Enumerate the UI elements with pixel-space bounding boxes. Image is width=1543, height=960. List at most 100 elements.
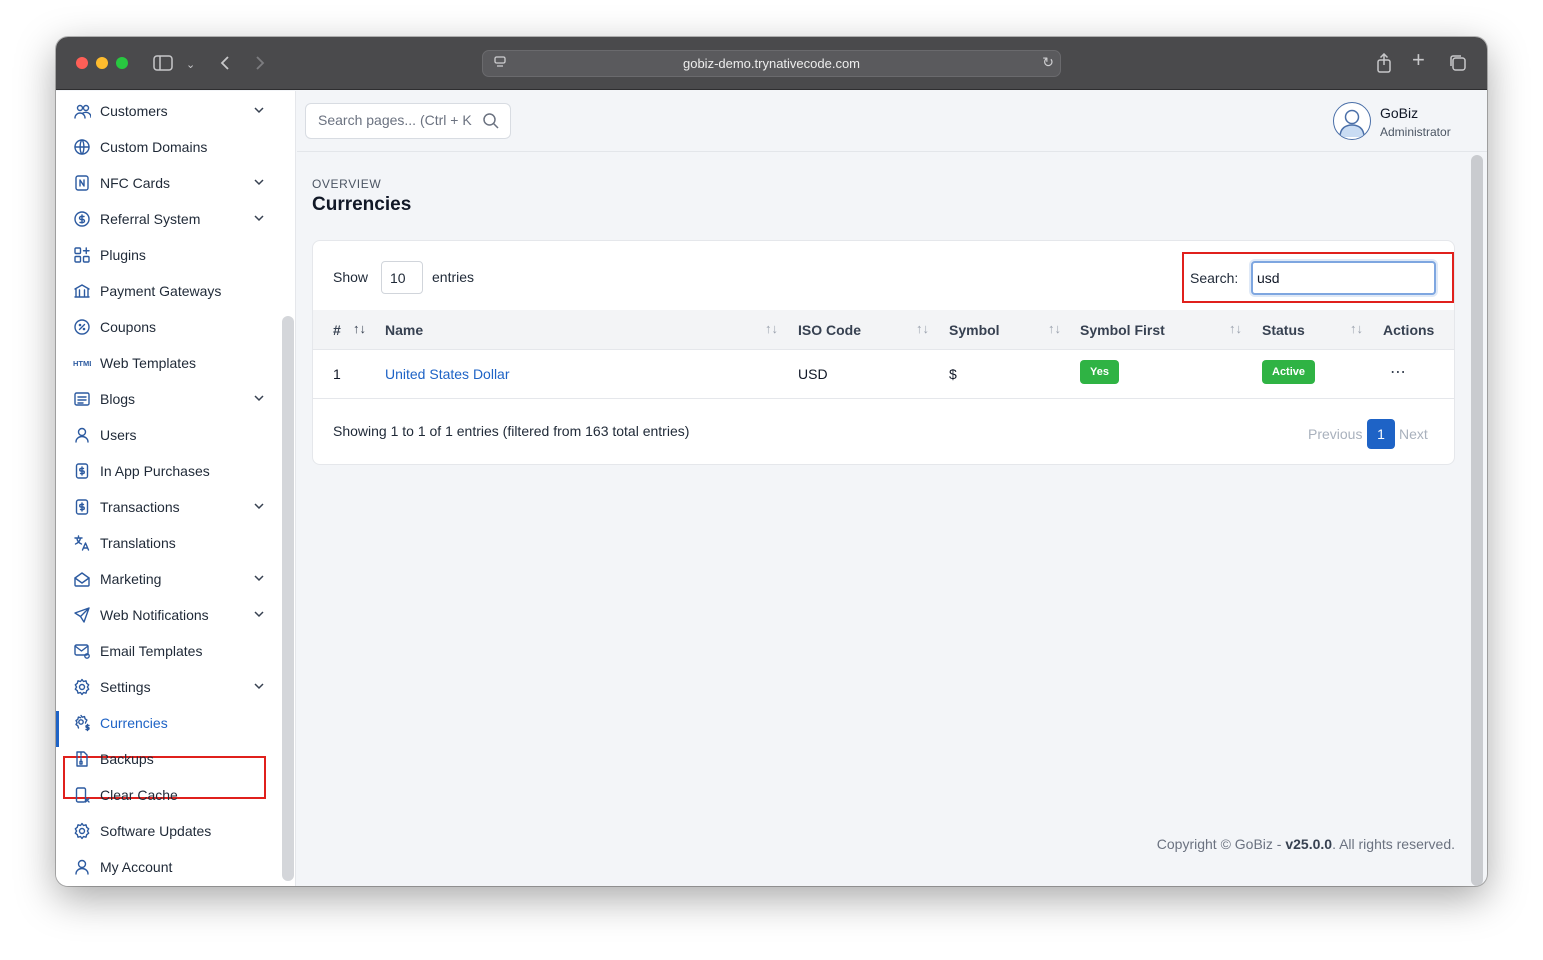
- chevron-down-icon[interactable]: [254, 213, 264, 225]
- sort-icon[interactable]: ↑↓: [1350, 321, 1363, 336]
- sidebar-item-software-updates[interactable]: Software Updates: [56, 813, 282, 849]
- table-header: # ↑↓ Name ↑↓ ISO Code ↑↓ Symbol ↑↓ Symbo…: [313, 310, 1454, 350]
- sidebar-item-settings[interactable]: Settings: [56, 669, 282, 705]
- sidebar-item-label: Plugins: [100, 247, 146, 263]
- reload-icon[interactable]: ↻: [1042, 54, 1054, 71]
- show-label: Show: [333, 269, 369, 285]
- sidebar-item-label: Software Updates: [100, 823, 212, 839]
- close-window-button[interactable]: [76, 57, 88, 69]
- back-arrow-icon[interactable]: [219, 55, 231, 75]
- forward-arrow-icon[interactable]: [254, 55, 266, 75]
- sidebar-toggle-icon[interactable]: [153, 55, 173, 75]
- address-bar[interactable]: gobiz-demo.trynativecode.com ↻: [482, 50, 1061, 77]
- browser-titlebar: ⌄ gobiz-demo.trynativecode.com ↻ +: [56, 37, 1487, 90]
- pagination-page-1[interactable]: 1: [1367, 419, 1395, 449]
- sidebar-item-marketing[interactable]: Marketing: [56, 561, 282, 597]
- page-search-box[interactable]: [305, 103, 511, 139]
- language-icon: [73, 534, 91, 552]
- search-icon[interactable]: [482, 112, 500, 135]
- col-header-name[interactable]: Name: [385, 322, 423, 338]
- sidebar-item-customers[interactable]: Customers: [56, 93, 282, 129]
- pagination-previous[interactable]: Previous: [1308, 426, 1362, 442]
- entries-per-page-select[interactable]: 10: [381, 261, 423, 294]
- sidebar-item-clear-cache[interactable]: Clear Cache: [56, 777, 282, 813]
- sort-icon[interactable]: ↑↓: [765, 321, 778, 336]
- user-icon: [73, 426, 91, 444]
- pagination-next[interactable]: Next: [1399, 426, 1428, 442]
- sort-icon[interactable]: ↑↓: [1048, 321, 1061, 336]
- sidebar-item-translations[interactable]: Translations: [56, 525, 282, 561]
- currency-name-link[interactable]: United States Dollar: [385, 366, 510, 382]
- main-scrollbar[interactable]: [1471, 155, 1483, 886]
- page-search-input[interactable]: [318, 112, 478, 128]
- sort-icon[interactable]: ↑↓: [916, 321, 929, 336]
- chevron-down-icon[interactable]: [254, 609, 264, 621]
- chevron-down-icon[interactable]: [254, 681, 264, 693]
- sidebar-item-label: My Account: [100, 859, 173, 875]
- col-header-iso-code[interactable]: ISO Code: [798, 322, 861, 338]
- user-name[interactable]: GoBiz: [1380, 105, 1418, 121]
- chevron-down-icon[interactable]: [254, 573, 264, 585]
- sidebar-item-custom-domains[interactable]: Custom Domains: [56, 129, 282, 165]
- sidebar-item-currencies[interactable]: Currencies: [56, 705, 282, 747]
- sidebar-item-web-notifications[interactable]: Web Notifications: [56, 597, 282, 633]
- sort-asc-icon[interactable]: ↑↓: [353, 321, 366, 336]
- mail-open-icon: [73, 570, 91, 588]
- share-icon[interactable]: [1376, 52, 1392, 77]
- chevron-down-icon[interactable]: [254, 177, 264, 189]
- sidebar-item-plugins[interactable]: Plugins: [56, 237, 282, 273]
- html-icon: HTML: [73, 354, 91, 372]
- send-icon: [73, 606, 91, 624]
- users-group-icon: [73, 102, 91, 120]
- chevron-down-icon[interactable]: [254, 105, 264, 117]
- row-actions-menu-icon[interactable]: ⋯: [1390, 362, 1407, 382]
- sidebar-item-payment-gateways[interactable]: Payment Gateways: [56, 273, 282, 309]
- sidebar-item-users[interactable]: Users: [56, 417, 282, 453]
- user-icon: [73, 858, 91, 876]
- row-number: 1: [333, 366, 341, 382]
- sidebar-item-backups[interactable]: Backups: [56, 741, 282, 777]
- sidebar-item-label: Blogs: [100, 391, 136, 407]
- col-header-symbol[interactable]: Symbol: [949, 322, 1000, 338]
- col-header-status[interactable]: Status: [1262, 322, 1305, 338]
- footer-version[interactable]: v25.0.0: [1285, 836, 1332, 852]
- sidebar-item-label: Settings: [100, 679, 151, 695]
- tab-overview-icon[interactable]: [1449, 54, 1467, 76]
- col-header-actions: Actions: [1383, 322, 1435, 338]
- sidebar-item-referral-system[interactable]: Referral System: [56, 201, 282, 237]
- minimize-window-button[interactable]: [96, 57, 108, 69]
- avatar[interactable]: [1333, 102, 1371, 140]
- col-header-symbol-first[interactable]: Symbol First: [1080, 322, 1165, 338]
- browser-window: ⌄ gobiz-demo.trynativecode.com ↻ + Custo…: [56, 37, 1487, 886]
- sidebar-item-label: Backups: [100, 751, 154, 767]
- sidebar-item-in-app-purchases[interactable]: In App Purchases: [56, 453, 282, 489]
- sidebar-item-my-account[interactable]: My Account: [56, 849, 282, 885]
- sort-icon[interactable]: ↑↓: [1229, 321, 1242, 336]
- col-header-number[interactable]: #: [333, 322, 341, 338]
- plugins-grid-icon: [73, 246, 91, 264]
- chevron-down-icon[interactable]: [254, 501, 264, 513]
- sidebar-item-blogs[interactable]: Blogs: [56, 381, 282, 417]
- sidebar-item-label: Transactions: [100, 499, 180, 515]
- sidebar-item-nfc-cards[interactable]: NFC Cards: [56, 165, 282, 201]
- footer-prefix: Copyright © GoBiz -: [1156, 836, 1286, 852]
- sidebar-item-email-templates[interactable]: Email Templates: [56, 633, 282, 669]
- chevron-down-icon[interactable]: [254, 393, 264, 405]
- zoom-window-button[interactable]: [116, 57, 128, 69]
- sidebar-scrollbar[interactable]: [282, 316, 294, 881]
- new-tab-icon[interactable]: +: [1412, 49, 1425, 71]
- gear-dollar-icon: [73, 714, 91, 732]
- chevron-down-icon[interactable]: ⌄: [186, 57, 195, 73]
- table-search-input[interactable]: [1251, 261, 1436, 295]
- sidebar-item-label: Clear Cache: [100, 787, 178, 803]
- sidebar-item-coupons[interactable]: Coupons: [56, 309, 282, 345]
- sidebar-item-label: NFC Cards: [100, 175, 171, 191]
- sidebar-item-transactions[interactable]: Transactions: [56, 489, 282, 525]
- article-icon: [73, 390, 91, 408]
- sidebar-item-web-templates[interactable]: HTML Web Templates: [56, 345, 282, 381]
- receipt-dollar-icon: [73, 462, 91, 480]
- footer-suffix: . All rights reserved.: [1332, 836, 1455, 852]
- page-overline: OVERVIEW: [312, 177, 382, 191]
- sidebar-item-label: Custom Domains: [100, 139, 208, 155]
- nfc-icon: [73, 174, 91, 192]
